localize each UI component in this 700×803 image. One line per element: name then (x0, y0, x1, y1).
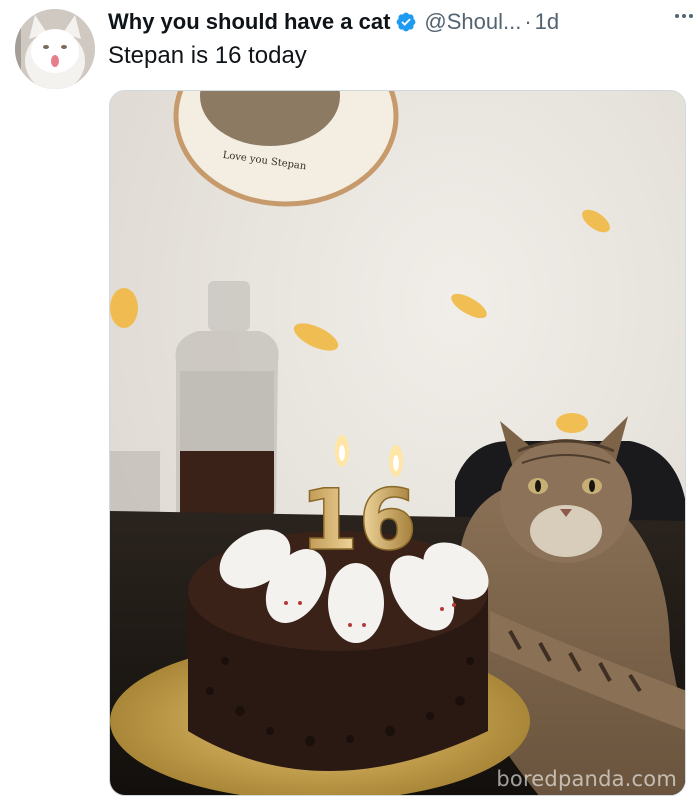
verified-badge-icon (396, 12, 416, 32)
cat-avatar-icon (15, 9, 95, 89)
tweet-header: Why you should have a cat @Shoul... · 1d (108, 6, 690, 38)
profile-avatar[interactable] (15, 9, 95, 89)
separator-dot: · (524, 9, 532, 34)
more-options-button[interactable] (670, 2, 698, 30)
watermark: boredpanda.com (496, 767, 677, 791)
display-name[interactable]: Why you should have a cat (108, 9, 390, 35)
user-handle[interactable]: @Shoul... (424, 9, 521, 35)
tweet[interactable]: Why you should have a cat @Shoul... · 1d… (0, 0, 700, 803)
timestamp[interactable]: 1d (535, 9, 559, 35)
candle-number: 16 (300, 471, 417, 569)
tweet-photo[interactable]: Love you Stepan 16 boredpanda.com (109, 90, 686, 796)
more-options-icon (675, 14, 693, 18)
tweet-text: Stepan is 16 today (108, 42, 307, 69)
photo-cat-birthday-cake: Love you Stepan 16 (110, 91, 685, 795)
